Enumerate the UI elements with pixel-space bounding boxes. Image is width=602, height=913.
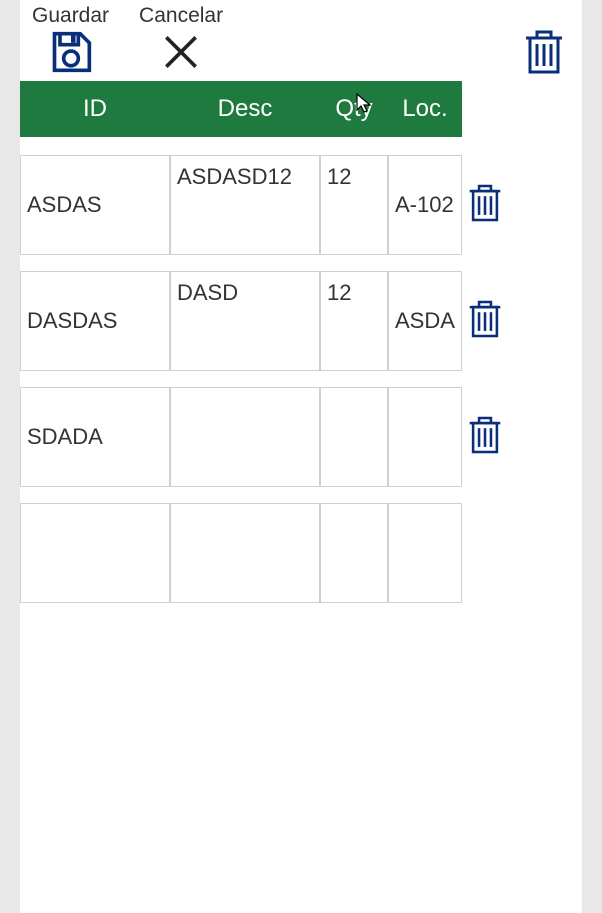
save-button[interactable]: Guardar xyxy=(32,4,109,79)
cell-loc[interactable] xyxy=(388,387,462,487)
cell-id[interactable]: SDADA xyxy=(20,387,170,487)
delete-row-button[interactable] xyxy=(468,414,502,461)
trash-icon xyxy=(468,327,502,344)
delete-all-button[interactable] xyxy=(524,28,564,81)
cell-qty[interactable]: 12 xyxy=(320,271,388,371)
cell-qty[interactable] xyxy=(320,387,388,487)
trash-icon xyxy=(468,443,502,460)
cell-qty[interactable]: 12 xyxy=(320,155,388,255)
toolbar: Guardar Cancelar xyxy=(20,0,582,79)
cell-desc[interactable] xyxy=(170,503,320,603)
cancel-label: Cancelar xyxy=(139,4,223,28)
save-icon xyxy=(49,30,93,79)
save-label: Guardar xyxy=(32,4,109,28)
cell-id[interactable]: ASDAS xyxy=(20,155,170,255)
app-container: Guardar Cancelar xyxy=(20,0,582,913)
col-header-loc: Loc. xyxy=(388,81,462,137)
col-header-id: ID xyxy=(20,81,170,137)
cancel-button[interactable]: Cancelar xyxy=(139,4,223,79)
table-body: ASDAS ASDASD12 12 A-102 xyxy=(20,137,582,603)
cell-qty[interactable] xyxy=(320,503,388,603)
cell-desc[interactable]: DASD xyxy=(170,271,320,371)
close-icon xyxy=(159,30,203,79)
cell-loc[interactable]: A-102 xyxy=(388,155,462,255)
trash-icon xyxy=(524,63,564,80)
col-header-desc: Desc xyxy=(170,81,320,137)
table-row xyxy=(20,503,582,603)
table-row: DASDAS DASD 12 ASDA xyxy=(20,271,582,371)
delete-row-button[interactable] xyxy=(468,182,502,229)
table-row: ASDAS ASDASD12 12 A-102 xyxy=(20,155,582,255)
trash-icon xyxy=(468,211,502,228)
delete-row-button[interactable] xyxy=(468,298,502,345)
table-row: SDADA xyxy=(20,387,582,487)
cell-id[interactable] xyxy=(20,503,170,603)
cell-desc[interactable] xyxy=(170,387,320,487)
data-table: ID Desc Qty Loc. ASDAS ASDASD12 12 A-102 xyxy=(20,81,582,603)
col-header-qty: Qty xyxy=(320,81,388,137)
cell-loc[interactable]: ASDA xyxy=(388,271,462,371)
cell-id[interactable]: DASDAS xyxy=(20,271,170,371)
table-header: ID Desc Qty Loc. xyxy=(20,81,462,137)
cell-loc[interactable] xyxy=(388,503,462,603)
cell-desc[interactable]: ASDASD12 xyxy=(170,155,320,255)
